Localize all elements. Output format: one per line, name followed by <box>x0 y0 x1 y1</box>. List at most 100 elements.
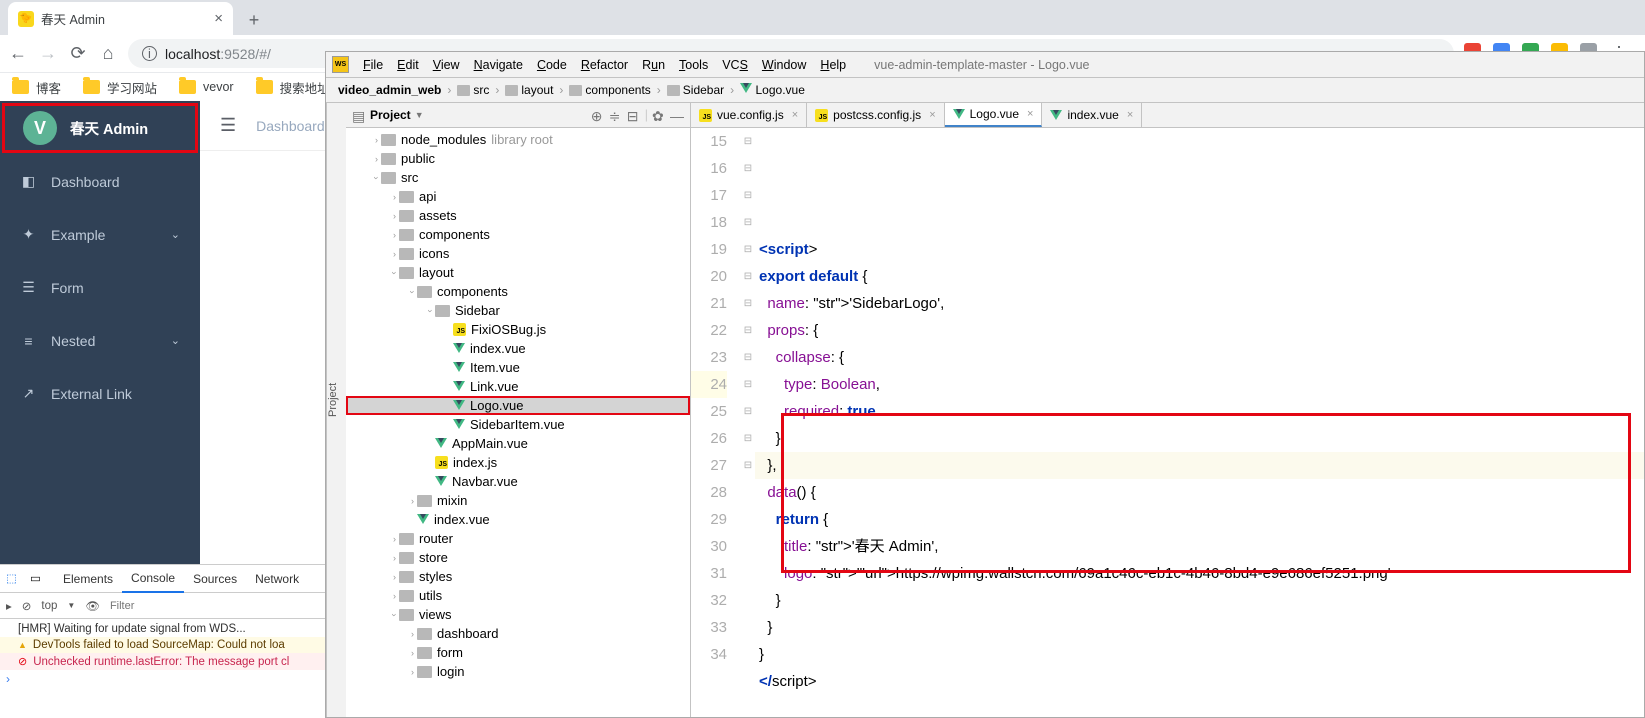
menu-window[interactable]: Window <box>756 56 812 74</box>
device-icon[interactable]: ▭ <box>30 571 46 587</box>
gear-icon[interactable]: ✿ <box>652 108 666 122</box>
inspect-icon[interactable]: ⬚ <box>6 571 22 587</box>
project-tree[interactable]: ›node_moduleslibrary root›public›src›api… <box>346 128 690 717</box>
editor-tab[interactable]: index.vue× <box>1042 103 1142 127</box>
tree-node[interactable]: JSindex.js <box>346 453 690 472</box>
menu-refactor[interactable]: Refactor <box>575 56 634 74</box>
tree-node[interactable]: ›styles <box>346 567 690 586</box>
console-prompt[interactable]: › <box>0 670 325 688</box>
hamburger-icon[interactable]: ☰ <box>220 115 236 136</box>
project-title[interactable]: Project <box>370 108 411 122</box>
filter-input[interactable] <box>110 600 170 612</box>
browser-tab[interactable]: 🐤 春天 Admin × <box>8 2 233 35</box>
home-button[interactable]: ⌂ <box>98 43 118 64</box>
sidebar-item-dashboard[interactable]: ◧ Dashboard <box>0 155 200 208</box>
breadcrumb-item[interactable]: video_admin_web <box>334 83 445 97</box>
clear-icon[interactable]: ⊘ <box>22 599 32 613</box>
expand-icon[interactable]: ≑ <box>609 108 623 122</box>
close-icon[interactable]: × <box>1027 108 1033 120</box>
menu-tools[interactable]: Tools <box>673 56 714 74</box>
menu-code[interactable]: Code <box>531 56 573 74</box>
tree-node[interactable]: Item.vue <box>346 358 690 377</box>
sidebar-item-form[interactable]: ☰ Form <box>0 261 200 314</box>
tree-node[interactable]: ›utils <box>346 586 690 605</box>
tree-node[interactable]: ›dashboard <box>346 624 690 643</box>
tree-node[interactable]: ›form <box>346 643 690 662</box>
tree-node[interactable]: ›store <box>346 548 690 567</box>
tree-node[interactable]: ›components <box>346 282 690 301</box>
tree-node[interactable]: ›icons <box>346 244 690 263</box>
target-icon[interactable]: ⊕ <box>591 108 605 122</box>
sidebar-logo[interactable]: V 春天 Admin <box>2 103 198 153</box>
tree-node[interactable]: Logo.vue <box>346 396 690 415</box>
breadcrumb-item[interactable]: Logo.vue <box>736 83 809 97</box>
site-info-icon[interactable]: i <box>142 46 157 61</box>
dropdown-icon[interactable]: ▼ <box>415 110 424 120</box>
tree-label: Link.vue <box>470 379 518 394</box>
bookmark-item[interactable]: 搜索地址 <box>256 78 330 97</box>
devtools-tab-console[interactable]: Console <box>122 565 184 593</box>
breadcrumb-item[interactable]: src <box>453 83 493 97</box>
editor-tab[interactable]: Logo.vue× <box>945 103 1043 127</box>
sidebar-item-nested[interactable]: ≡ Nested ⌄ <box>0 314 200 367</box>
vue-icon <box>453 362 465 373</box>
sidebar-item-example[interactable]: ✦ Example ⌄ <box>0 208 200 261</box>
devtools-tab-network[interactable]: Network <box>246 565 308 593</box>
close-icon[interactable]: × <box>792 109 798 121</box>
tree-node[interactable]: ›components <box>346 225 690 244</box>
code-area[interactable]: <script>export default { name: "str">'Si… <box>755 128 1644 717</box>
menu-help[interactable]: Help <box>814 56 852 74</box>
tree-node[interactable]: ›src <box>346 168 690 187</box>
devtools-tab-sources[interactable]: Sources <box>184 565 246 593</box>
tree-node[interactable]: AppMain.vue <box>346 434 690 453</box>
tree-node[interactable]: ›router <box>346 529 690 548</box>
editor-body[interactable]: 1516171819202122232425262728293031323334… <box>691 128 1644 717</box>
tree-node[interactable]: ›layout <box>346 263 690 282</box>
bookmark-item[interactable]: vevor <box>179 80 234 94</box>
tree-node[interactable]: SidebarItem.vue <box>346 415 690 434</box>
tree-node[interactable]: ›login <box>346 662 690 681</box>
tree-node[interactable]: ›views <box>346 605 690 624</box>
collapse-icon[interactable]: ⊟ <box>627 108 641 122</box>
tree-node[interactable]: Link.vue <box>346 377 690 396</box>
editor-tab[interactable]: JSvue.config.js× <box>691 103 807 127</box>
play-icon[interactable]: ▸ <box>6 599 12 613</box>
tree-node[interactable]: ›assets <box>346 206 690 225</box>
menu-view[interactable]: View <box>427 56 466 74</box>
close-icon[interactable]: × <box>929 109 935 121</box>
sidebar-item-external[interactable]: ↗ External Link <box>0 367 200 420</box>
project-panel: ▤ Project ▼ ⊕ ≑ ⊟ | ✿ — ›node_moduleslib… <box>346 103 691 717</box>
tree-node[interactable]: Navbar.vue <box>346 472 690 491</box>
tree-node[interactable]: ›node_moduleslibrary root <box>346 130 690 149</box>
hide-icon[interactable]: — <box>670 108 684 122</box>
editor-tab[interactable]: JSpostcss.config.js× <box>807 103 944 127</box>
tree-node[interactable]: ›api <box>346 187 690 206</box>
bookmark-item[interactable]: 学习网站 <box>83 78 157 97</box>
forward-button[interactable]: → <box>38 43 58 64</box>
menu-navigate[interactable]: Navigate <box>468 56 529 74</box>
context-selector[interactable]: top <box>41 600 57 612</box>
close-icon[interactable]: × <box>1127 109 1133 121</box>
tree-node[interactable]: ›public <box>346 149 690 168</box>
menu-run[interactable]: Run <box>636 56 671 74</box>
js-icon: JS <box>453 323 466 336</box>
project-tool-tab[interactable]: Project <box>326 103 346 717</box>
reload-button[interactable]: ⟳ <box>68 43 88 64</box>
breadcrumb-item[interactable]: layout <box>501 83 557 97</box>
back-button[interactable]: ← <box>8 43 28 64</box>
tree-node[interactable]: index.vue <box>346 339 690 358</box>
eye-icon[interactable]: 👁 <box>85 599 100 613</box>
tree-node[interactable]: ›mixin <box>346 491 690 510</box>
menu-file[interactable]: File <box>357 56 389 74</box>
breadcrumb-item[interactable]: Sidebar <box>663 83 728 97</box>
tab-close-icon[interactable]: × <box>214 10 223 27</box>
breadcrumb-item[interactable]: components <box>565 83 654 97</box>
devtools-tab-elements[interactable]: Elements <box>54 565 122 593</box>
tree-node[interactable]: JSFixiOSBug.js <box>346 320 690 339</box>
tree-node[interactable]: index.vue <box>346 510 690 529</box>
menu-edit[interactable]: Edit <box>391 56 425 74</box>
new-tab-button[interactable]: + <box>239 5 269 35</box>
tree-node[interactable]: ›Sidebar <box>346 301 690 320</box>
menu-vcs[interactable]: VCS <box>716 56 754 74</box>
bookmark-item[interactable]: 博客 <box>12 78 61 97</box>
